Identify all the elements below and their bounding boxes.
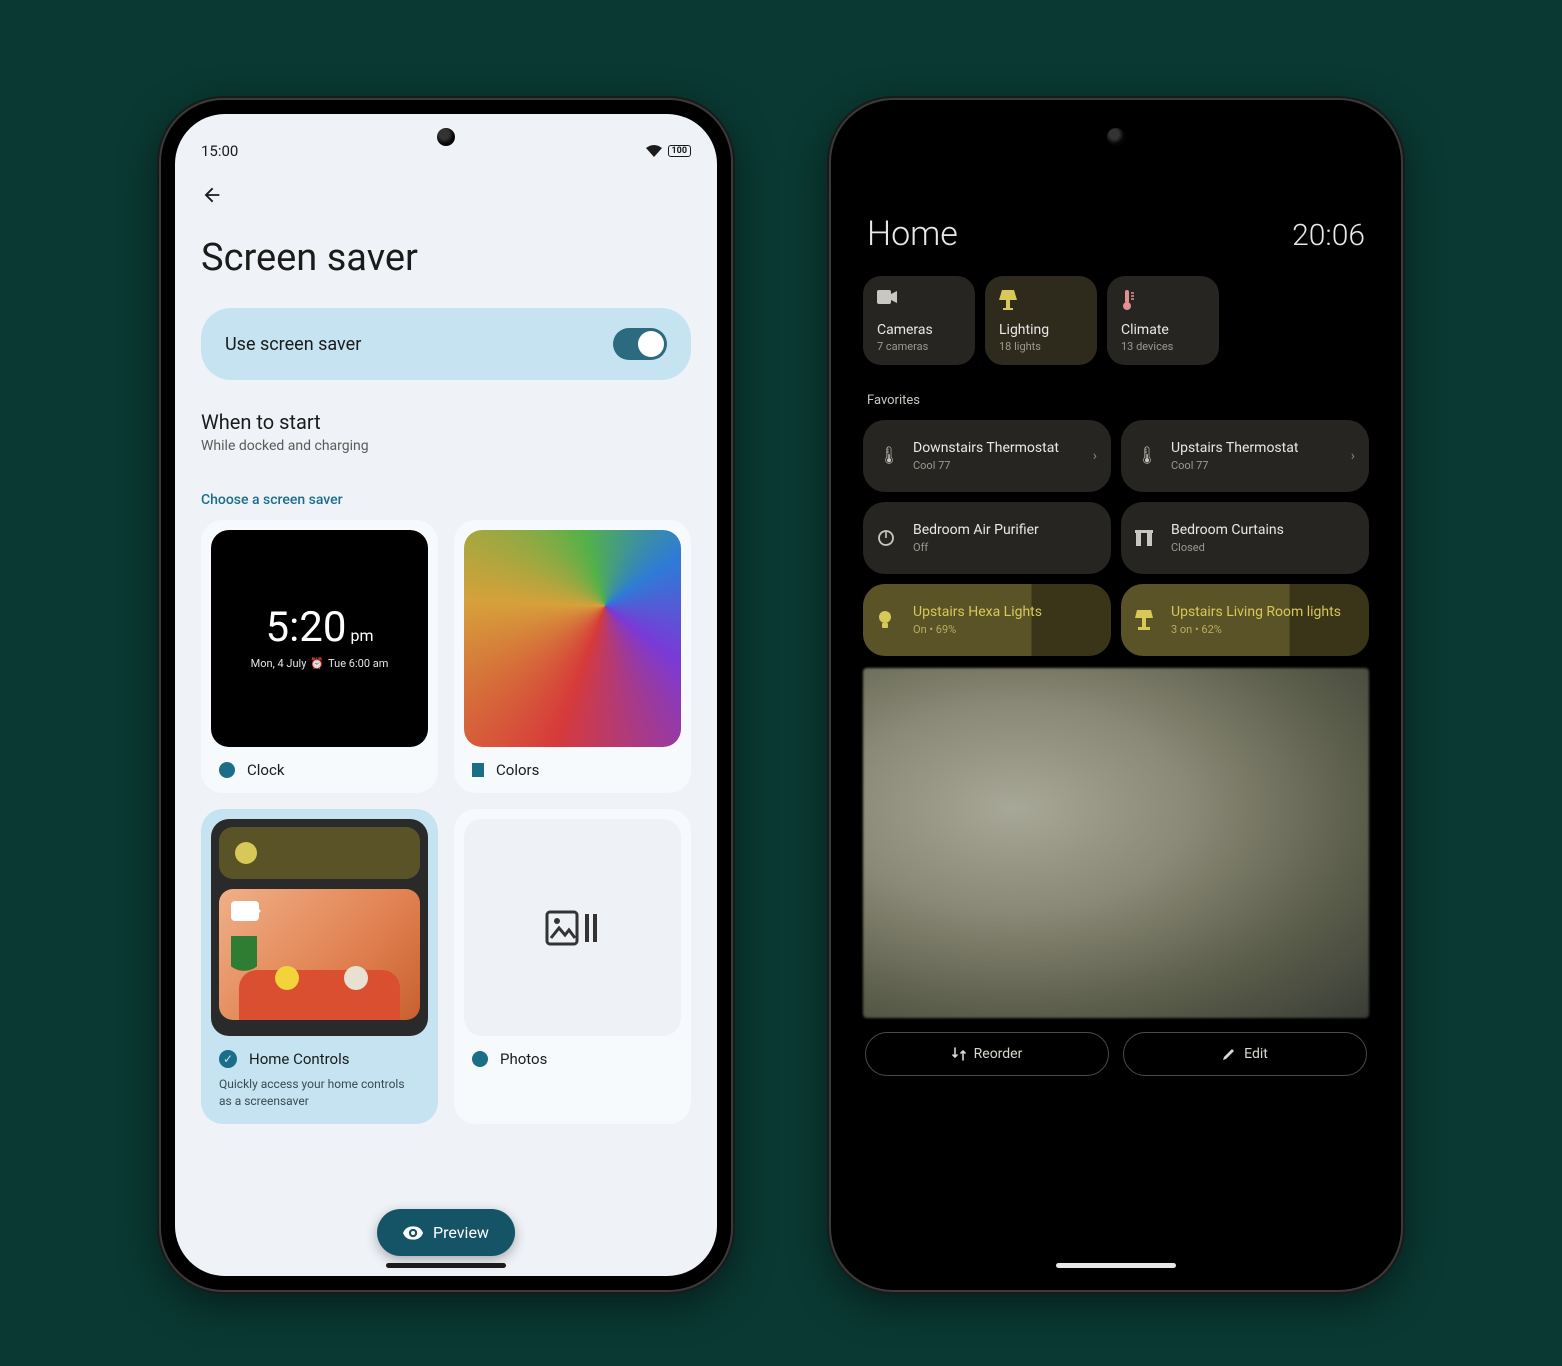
alarm-icon: ⏰ <box>310 657 324 670</box>
tile-upstairs-thermostat[interactable]: 🌡 Upstairs ThermostatCool 77 › <box>1121 420 1369 492</box>
category-lighting[interactable]: Lighting 18 lights <box>985 276 1097 365</box>
thermometer-icon: 🌡 <box>1135 446 1159 466</box>
battery-icon: 100 <box>668 145 692 157</box>
edit-button[interactable]: Edit <box>1123 1032 1367 1076</box>
saver-option-clock[interactable]: 5:20pm Mon, 4 July ⏰ Tue 6:00 am Clock <box>201 520 438 793</box>
thermometer-icon <box>1121 290 1205 316</box>
page-title: Screen saver <box>201 236 691 280</box>
gesture-pill[interactable] <box>386 1263 506 1268</box>
when-heading: When to start <box>201 410 691 434</box>
saver-option-colors[interactable]: Colors <box>454 520 691 793</box>
phone-right: Home 20:06 Cameras 7 cameras Lighting 18… <box>831 100 1401 1290</box>
toggle-label: Use screen saver <box>225 334 361 355</box>
bulb-icon <box>877 610 901 630</box>
home-controls-desc: Quickly access your home controls as a s… <box>211 1076 428 1110</box>
colors-thumb <box>464 530 681 747</box>
thermometer-icon: 🌡 <box>877 446 901 466</box>
bulb-icon <box>235 842 257 864</box>
gesture-pill[interactable] <box>1056 1263 1176 1268</box>
switch-on-icon[interactable] <box>613 328 667 360</box>
use-screensaver-toggle[interactable]: Use screen saver <box>201 308 691 380</box>
camera-icon <box>877 290 961 316</box>
tile-downstairs-thermostat[interactable]: 🌡 Downstairs ThermostatCool 77 › <box>863 420 1111 492</box>
category-cameras[interactable]: Cameras 7 cameras <box>863 276 975 365</box>
saver-option-home-controls[interactable]: ✓Home Controls Quickly access your home … <box>201 809 438 1124</box>
tile-upstairs-living-room-lights[interactable]: Upstairs Living Room lights3 on • 62% <box>1121 584 1369 656</box>
tile-upstairs-hexa-lights[interactable]: Upstairs Hexa LightsOn • 69% <box>863 584 1111 656</box>
home-title: Home <box>867 214 958 254</box>
eye-icon <box>403 1226 423 1240</box>
radio-unselected-icon <box>219 762 235 778</box>
tile-bedroom-air-purifier[interactable]: Bedroom Air PurifierOff <box>863 502 1111 574</box>
category-climate[interactable]: Climate 13 devices <box>1107 276 1219 365</box>
video-icon <box>231 901 259 921</box>
status-bar: 15:00 100 <box>201 136 691 166</box>
camera-live-preview[interactable] <box>863 668 1369 1018</box>
choose-label: Choose a screen saver <box>201 492 691 508</box>
reorder-icon <box>952 1047 966 1061</box>
phone-left: 15:00 100 Screen saver Use screen saver … <box>161 100 731 1290</box>
preview-button[interactable]: Preview <box>377 1209 515 1256</box>
camera-preview-icon <box>219 889 420 1020</box>
wifi-icon <box>646 145 662 157</box>
photos-thumb <box>464 819 681 1036</box>
chevron-right-icon: › <box>1093 448 1097 464</box>
lamp-icon <box>1135 610 1159 630</box>
when-to-start-row[interactable]: When to start While docked and charging <box>201 410 691 454</box>
chevron-right-icon: › <box>1351 448 1355 464</box>
radio-selected-icon: ✓ <box>219 1050 237 1068</box>
power-icon <box>877 529 901 547</box>
status-time: 15:00 <box>201 142 238 160</box>
curtain-icon <box>1135 530 1159 546</box>
favorites-label: Favorites <box>867 393 1369 408</box>
pencil-icon <box>1222 1047 1236 1061</box>
tile-bedroom-curtains[interactable]: Bedroom CurtainsClosed <box>1121 502 1369 574</box>
clock-thumb: 5:20pm Mon, 4 July ⏰ Tue 6:00 am <box>211 530 428 747</box>
radio-unselected-icon <box>472 763 484 777</box>
lamp-icon <box>999 290 1083 316</box>
back-button[interactable] <box>201 184 691 206</box>
reorder-button[interactable]: Reorder <box>865 1032 1109 1076</box>
home-controls-thumb <box>211 819 428 1036</box>
clock-display: 20:06 <box>1292 218 1365 253</box>
saver-option-photos[interactable]: Photos <box>454 809 691 1124</box>
when-sub: While docked and charging <box>201 438 691 454</box>
radio-unselected-icon <box>472 1051 488 1067</box>
